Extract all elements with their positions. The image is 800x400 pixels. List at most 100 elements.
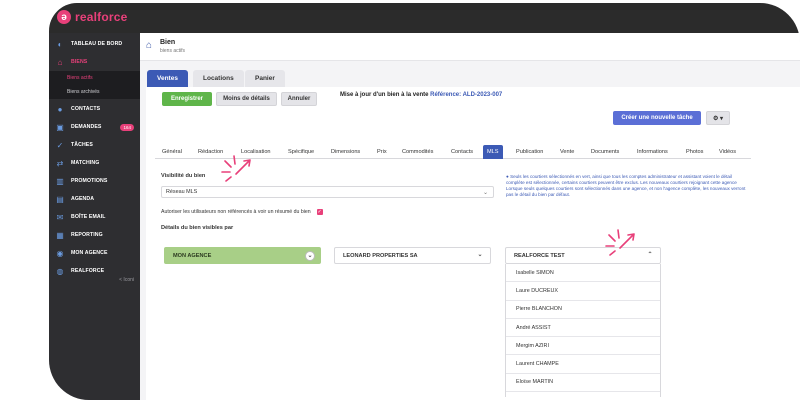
subtab-mls[interactable]: MLS — [483, 145, 503, 159]
agency-mon-agence[interactable]: MON AGENCE ⌄ — [164, 247, 321, 264]
sidebar-item-label: TÂCHES — [71, 142, 93, 148]
bar-chart-icon: ▥ — [56, 176, 64, 186]
list-item[interactable]: André ASSIST — [506, 319, 660, 338]
subtab-vente[interactable]: Vente — [556, 145, 578, 159]
tab-panier[interactable]: Panier — [245, 70, 285, 87]
subtab-documents[interactable]: Documents — [587, 145, 623, 159]
summary-permission-checkbox[interactable]: ✓ — [316, 209, 323, 215]
visibility-select[interactable]: Réseau MLS ⌄ — [161, 186, 494, 198]
subtab-commodites[interactable]: Commodités — [398, 145, 437, 159]
sidebar-item-label: MATCHING — [71, 160, 100, 166]
sidebar-item-label: BIENS — [71, 59, 88, 65]
subtab-informations[interactable]: Informations — [633, 145, 672, 159]
sidebar-item-agenda[interactable]: ▤ AGENDA — [49, 190, 140, 208]
sidebar-subitem-archived-listings[interactable]: Biens archivés — [49, 85, 140, 99]
subtab-prix[interactable]: Prix — [373, 145, 391, 159]
sidebar-item-contacts[interactable]: ● CONTACTS — [49, 100, 140, 118]
visible-by-label: Détails du bien visibles par — [161, 225, 234, 231]
subtab-publication[interactable]: Publication — [512, 145, 547, 159]
chevron-down-icon[interactable]: ⌄ — [305, 251, 315, 261]
sidebar-item-mailbox[interactable]: ✉ BOÎTE EMAIL — [49, 208, 140, 226]
list-item[interactable]: Laurent CHAMPE — [506, 355, 660, 374]
sidebar-item-mon-agence[interactable]: ◉ MON AGENCE — [49, 244, 140, 262]
main-tabs: Ventes Locations Panier — [140, 61, 800, 87]
create-task-button[interactable]: Créer une nouvelle tâche — [613, 111, 701, 125]
highlight-sparkle-icon — [605, 229, 635, 256]
subtab-photos[interactable]: Photos — [682, 145, 707, 159]
update-description: Mise à jour d'un bien à la vente Référen… — [340, 92, 502, 98]
subtab-videos[interactable]: Vidéos — [715, 145, 740, 159]
check-icon: ✓ — [56, 140, 64, 150]
sidebar-collapse-toggle[interactable]: < Iconi — [119, 277, 134, 283]
match-icon: ⇄ — [56, 158, 64, 168]
sidebar-item-label: PROMOTIONS — [71, 178, 108, 184]
user-icon: ● — [57, 104, 63, 114]
sidebar-item-label: BOÎTE EMAIL — [71, 214, 106, 220]
sidebar-item-label: MON AGENCE — [71, 250, 108, 256]
top-bar: ə realforce — [49, 3, 800, 33]
globe-icon: ◍ — [56, 266, 64, 276]
subtab-specifique[interactable]: Spécifique — [284, 145, 318, 159]
dashboard-icon: ◐ — [57, 39, 63, 49]
sidebar-item-reporting[interactable]: ▦ REPORTING — [49, 226, 140, 244]
sidebar-item-label: REPORTING — [71, 232, 103, 238]
logo-mark-icon: ə — [57, 10, 71, 24]
list-item[interactable]: Eloïse MARTIN — [506, 374, 660, 393]
less-details-button[interactable]: Moins de détails — [216, 92, 277, 106]
chevron-down-icon: ⌄ — [482, 190, 488, 196]
sidebar-item-label: REALFORCE — [71, 268, 105, 274]
list-item[interactable]: Isabelle SIMON — [506, 264, 660, 283]
broker-list: Isabelle SIMON Laure DUCREUX Pierre BLAN… — [505, 264, 661, 397]
agency-label: MON AGENCE — [173, 252, 212, 259]
app-window: ə realforce ◐ TABLEAU DE BORD ⌂ BIENS Bi… — [49, 3, 800, 400]
sidebar-subitem-active-listings[interactable]: Biens actifs — [49, 71, 140, 85]
agency-label: LEONARD PROPERTIES SA — [343, 252, 418, 259]
cancel-button[interactable]: Annuler — [281, 92, 317, 106]
sidebar-item-label: CONTACTS — [71, 106, 101, 112]
mls-info-text: ● Seuls les courtiers sélectionnés en ve… — [506, 174, 751, 198]
inbox-icon: ▣ — [56, 122, 64, 132]
agency-icon: ◉ — [56, 248, 64, 258]
sidebar-item-taches[interactable]: ✓ TÂCHES — [49, 136, 140, 154]
page-subtitle: biens actifs — [160, 48, 186, 54]
sidebar: ◐ TABLEAU DE BORD ⌂ BIENS Biens actifs B… — [49, 33, 140, 400]
reference-number: Référence: ALD-2023-007 — [430, 92, 503, 98]
calendar-icon: ▤ — [56, 194, 64, 204]
chevron-down-icon[interactable]: ⌄ — [475, 251, 485, 261]
sidebar-item-demandes[interactable]: ▣ DEMANDES 164 — [49, 118, 140, 136]
agency-label: REALFORCE TEST — [514, 252, 565, 259]
tab-ventes[interactable]: Ventes — [147, 70, 188, 87]
subtab-dimensions[interactable]: Dimensions — [327, 145, 364, 159]
visibility-label: Visibilité du bien — [161, 173, 206, 179]
subtab-general[interactable]: Général — [158, 145, 186, 159]
list-item[interactable]: Laure DUCREUX — [506, 282, 660, 301]
sidebar-item-dashboard[interactable]: ◐ TABLEAU DE BORD — [49, 35, 140, 53]
summary-permission-label: Autoriser les utilisateurs non référencé… — [161, 209, 311, 215]
tab-locations[interactable]: Locations — [193, 70, 244, 87]
home-icon: ⌂ — [146, 40, 153, 51]
sidebar-item-label: DEMANDES — [71, 124, 102, 130]
demandes-count-badge: 164 — [120, 123, 134, 131]
update-prefix: Mise à jour d'un bien à la vente — [340, 92, 431, 98]
page-header: ⌂ Bien biens actifs — [140, 33, 800, 61]
info-text-body: Seuls les courtiers sélectionnés en vert… — [506, 174, 746, 197]
report-icon: ▦ — [56, 230, 64, 240]
sidebar-item-biens[interactable]: ⌂ BIENS — [49, 53, 140, 71]
save-button[interactable]: Enregistrer — [162, 92, 212, 106]
visibility-select-value: Réseau MLS — [166, 189, 198, 195]
list-item[interactable]: Mergim AZIRI — [506, 337, 660, 356]
summary-permission-row: Autoriser les utilisateurs non référencé… — [161, 209, 323, 215]
sidebar-item-matching[interactable]: ⇄ MATCHING — [49, 154, 140, 172]
mail-icon: ✉ — [56, 212, 64, 222]
sidebar-item-label: TABLEAU DE BORD — [71, 41, 123, 47]
content-panel — [146, 87, 800, 400]
list-item[interactable]: Pierre BLANCHON — [506, 301, 660, 319]
agency-leonard-properties[interactable]: LEONARD PROPERTIES SA ⌄ — [334, 247, 491, 264]
home-icon: ⌂ — [57, 57, 63, 67]
app-logo[interactable]: ə realforce — [57, 10, 128, 24]
chevron-up-icon[interactable]: ⌃ — [645, 251, 655, 261]
info-icon: ● — [506, 174, 509, 179]
sidebar-item-promotions[interactable]: ▥ PROMOTIONS — [49, 172, 140, 190]
settings-dropdown-button[interactable]: ⚙ ▾ — [706, 111, 730, 125]
subtab-contacts[interactable]: Contacts — [447, 145, 477, 159]
